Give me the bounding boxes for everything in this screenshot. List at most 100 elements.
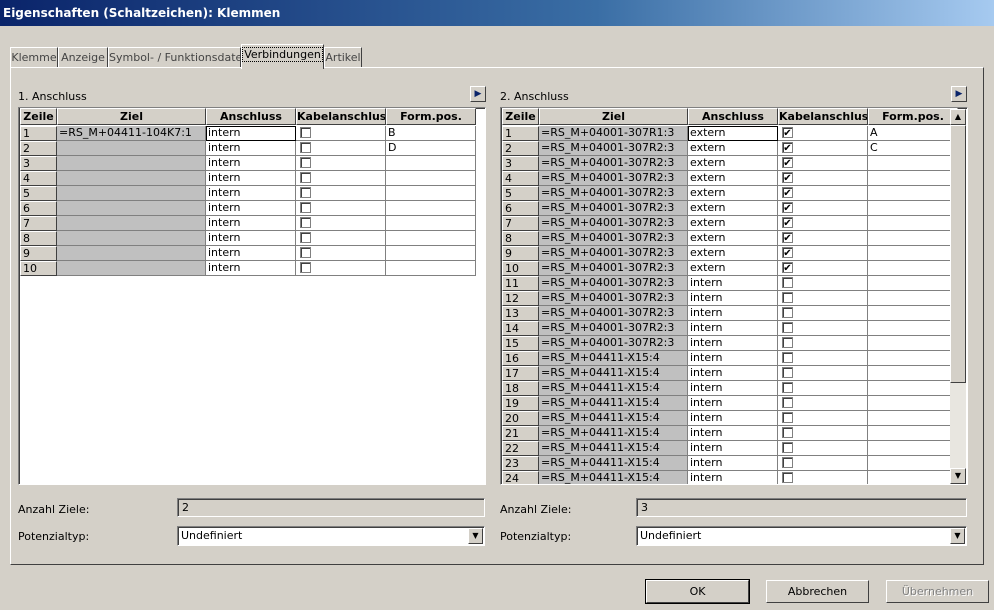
cell-ziel[interactable]: =RS_M+04001-307R1:3 <box>539 126 688 141</box>
col-header-anschluss[interactable]: Anschluss <box>688 108 778 125</box>
cell-kabel[interactable] <box>296 201 386 216</box>
cell-formpos[interactable]: C <box>868 141 958 156</box>
cell-ziel[interactable]: =RS_M+04001-307R2:3 <box>539 291 688 306</box>
cell-kabel[interactable] <box>778 456 868 471</box>
cell-formpos[interactable] <box>386 201 476 216</box>
potenzialtyp-select-right[interactable]: Undefiniert ▼ <box>636 526 967 546</box>
cell-kabel[interactable] <box>296 186 386 201</box>
cell-formpos[interactable] <box>868 186 958 201</box>
cell-formpos[interactable] <box>868 351 958 366</box>
kabelanschluss-checkbox[interactable] <box>300 217 311 228</box>
cell-ziel[interactable] <box>57 261 206 276</box>
cell-formpos[interactable] <box>868 471 958 484</box>
cell-anschluss[interactable]: extern <box>688 126 778 141</box>
cell-anschluss[interactable]: intern <box>206 261 296 276</box>
tab-klemme[interactable]: Klemme <box>10 47 58 68</box>
cell-ziel[interactable] <box>57 231 206 246</box>
cell-kabel[interactable] <box>778 396 868 411</box>
cell-ziel[interactable]: =RS_M+04411-X15:4 <box>539 411 688 426</box>
expand-right-button[interactable]: ▶ <box>951 86 967 102</box>
cell-formpos[interactable] <box>386 216 476 231</box>
kabelanschluss-checkbox[interactable]: ✔ <box>782 262 793 274</box>
cell-anschluss[interactable]: extern <box>688 171 778 186</box>
cell-formpos[interactable] <box>868 156 958 171</box>
col-header-zeile[interactable]: Zeile <box>502 108 539 125</box>
cell-ziel[interactable]: =RS_M+04001-307R2:3 <box>539 201 688 216</box>
kabelanschluss-checkbox[interactable] <box>782 427 793 438</box>
tab-verbindungen[interactable]: Verbindungen <box>241 44 324 69</box>
col-header-zeile[interactable]: Zeile <box>20 108 57 125</box>
cell-anschluss[interactable]: intern <box>688 321 778 336</box>
cell-kabel[interactable]: ✔ <box>778 261 868 276</box>
cell-formpos[interactable] <box>868 396 958 411</box>
cell-formpos[interactable]: D <box>386 141 476 156</box>
right-connection-table[interactable]: Zeile Ziel Anschluss Kabelanschluss Form.pos… <box>500 107 968 485</box>
col-header-kabelanschluss[interactable]: Kabelanschluss <box>778 108 868 125</box>
apply-button[interactable]: Übernehmen <box>886 580 989 603</box>
cell-ziel[interactable]: =RS_M+04001-307R2:3 <box>539 171 688 186</box>
cell-formpos[interactable] <box>868 321 958 336</box>
cell-ziel[interactable]: =RS_M+04001-307R2:3 <box>539 306 688 321</box>
cell-formpos[interactable] <box>386 231 476 246</box>
cell-anschluss[interactable]: intern <box>688 411 778 426</box>
cell-kabel[interactable] <box>778 291 868 306</box>
cell-anschluss[interactable]: intern <box>688 336 778 351</box>
cell-anschluss[interactable]: extern <box>688 261 778 276</box>
kabelanschluss-checkbox[interactable] <box>782 457 793 468</box>
cell-anschluss[interactable]: extern <box>688 231 778 246</box>
cell-anschluss[interactable]: extern <box>688 186 778 201</box>
cell-formpos[interactable] <box>868 426 958 441</box>
cell-formpos[interactable] <box>868 261 958 276</box>
kabelanschluss-checkbox[interactable]: ✔ <box>782 127 793 139</box>
tab-symbol-funktionsdaten[interactable]: Symbol- / Funktionsdaten <box>108 47 249 68</box>
cell-ziel[interactable]: =RS_M+04001-307R2:3 <box>539 261 688 276</box>
cell-formpos[interactable] <box>868 171 958 186</box>
cancel-button[interactable]: Abbrechen <box>766 580 869 603</box>
cell-kabel[interactable]: ✔ <box>778 141 868 156</box>
cell-anschluss[interactable]: intern <box>206 186 296 201</box>
cell-ziel[interactable] <box>57 141 206 156</box>
cell-ziel[interactable]: =RS_M+04001-307R2:3 <box>539 156 688 171</box>
cell-formpos[interactable] <box>868 441 958 456</box>
kabelanschluss-checkbox[interactable] <box>300 247 311 258</box>
cell-anschluss[interactable]: extern <box>688 156 778 171</box>
cell-anschluss[interactable]: intern <box>688 471 778 484</box>
cell-anschluss[interactable]: intern <box>688 306 778 321</box>
cell-kabel[interactable]: ✔ <box>778 201 868 216</box>
kabelanschluss-checkbox[interactable] <box>300 142 311 153</box>
cell-kabel[interactable] <box>778 411 868 426</box>
col-header-anschluss[interactable]: Anschluss <box>206 108 296 125</box>
cell-kabel[interactable] <box>778 441 868 456</box>
cell-formpos[interactable] <box>868 366 958 381</box>
cell-kabel[interactable]: ✔ <box>778 126 868 141</box>
chevron-down-icon[interactable]: ▼ <box>950 528 965 544</box>
cell-kabel[interactable] <box>296 171 386 186</box>
cell-ziel[interactable]: =RS_M+04001-307R2:3 <box>539 246 688 261</box>
cell-ziel[interactable]: =RS_M+04001-307R2:3 <box>539 231 688 246</box>
vertical-scrollbar[interactable]: ▲ ▼ <box>950 109 966 484</box>
cell-anschluss[interactable]: intern <box>206 141 296 156</box>
kabelanschluss-checkbox[interactable] <box>782 337 793 348</box>
cell-kabel[interactable] <box>778 426 868 441</box>
cell-kabel[interactable]: ✔ <box>778 156 868 171</box>
cell-ziel[interactable] <box>57 201 206 216</box>
cell-kabel[interactable] <box>296 216 386 231</box>
cell-formpos[interactable] <box>868 231 958 246</box>
cell-anschluss[interactable]: intern <box>688 396 778 411</box>
cell-anschluss[interactable]: extern <box>688 201 778 216</box>
cell-anschluss[interactable]: intern <box>688 291 778 306</box>
cell-formpos[interactable] <box>868 456 958 471</box>
kabelanschluss-checkbox[interactable] <box>782 397 793 408</box>
col-header-ziel[interactable]: Ziel <box>539 108 688 125</box>
cell-anschluss[interactable]: intern <box>688 381 778 396</box>
cell-kabel[interactable]: ✔ <box>778 246 868 261</box>
cell-kabel[interactable] <box>296 246 386 261</box>
kabelanschluss-checkbox[interactable] <box>782 442 793 453</box>
cell-kabel[interactable] <box>778 306 868 321</box>
chevron-down-icon[interactable]: ▼ <box>468 528 483 544</box>
cell-ziel[interactable] <box>57 156 206 171</box>
potenzialtyp-select-left[interactable]: Undefiniert ▼ <box>177 526 485 546</box>
cell-ziel[interactable]: =RS_M+04411-X15:4 <box>539 351 688 366</box>
cell-kabel[interactable] <box>778 276 868 291</box>
scroll-down-button[interactable]: ▼ <box>950 468 966 484</box>
